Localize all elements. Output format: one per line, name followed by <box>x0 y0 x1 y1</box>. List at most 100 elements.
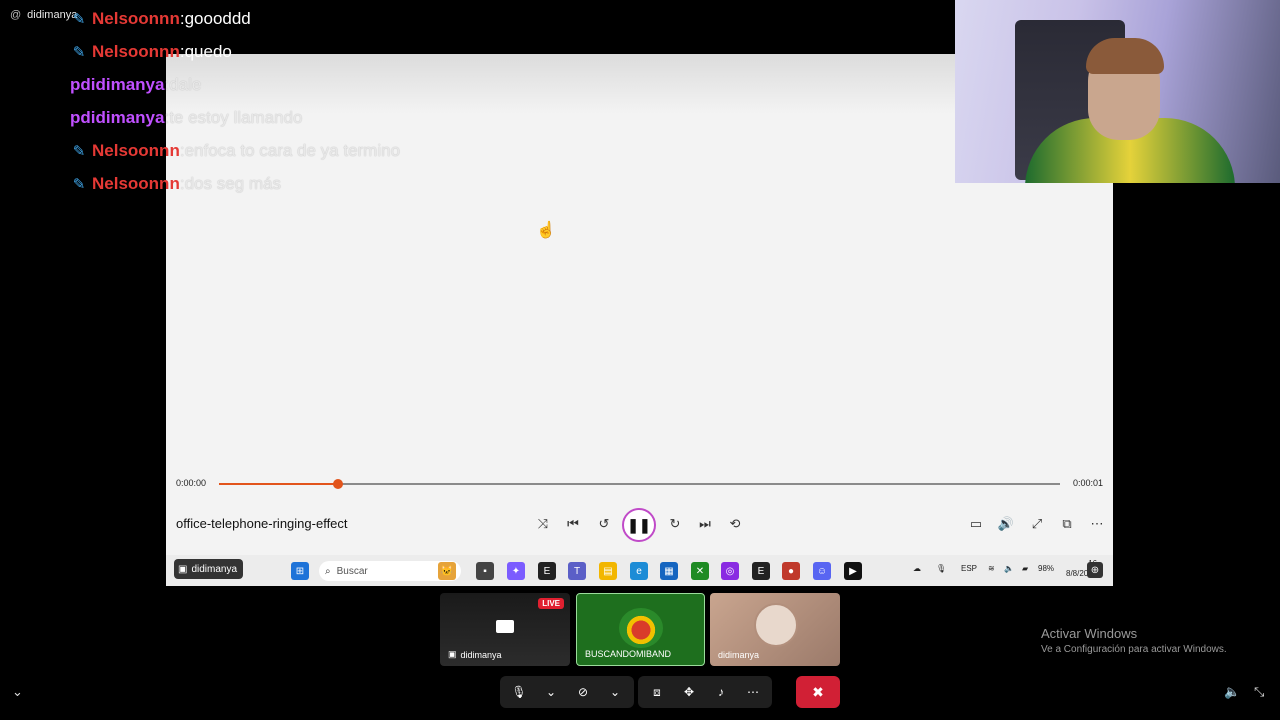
participant-name: didimanya <box>718 650 760 660</box>
participant-tile-user[interactable]: didimanya <box>710 593 840 666</box>
participant-tile-server[interactable]: BUSCANDOMIBAND <box>576 593 705 666</box>
microphone-icon[interactable]: 🎙 <box>506 679 532 705</box>
epic-launcher-icon[interactable]: E <box>752 562 770 580</box>
volume-icon[interactable]: 🔈 <box>1224 684 1240 700</box>
copilot-icon[interactable]: ✦ <box>507 562 525 580</box>
chat-message: ✎ Nelsoonnn: dos seg más <box>70 167 400 200</box>
language-indicator[interactable]: ESP <box>961 564 977 573</box>
windows-start-icon[interactable]: ⊞ <box>291 562 309 580</box>
battery-percent: 98% <box>1038 564 1055 573</box>
rewind-10-icon[interactable]: ↺ <box>592 512 616 536</box>
user-avatar <box>754 603 798 647</box>
cat-widget-icon[interactable]: 🐱 <box>438 562 456 580</box>
current-time: 0:00:00 <box>176 478 207 488</box>
fullscreen-icon[interactable]: ⤢ <box>1025 512 1049 536</box>
volume-icon[interactable]: 🔊 <box>994 512 1018 536</box>
chat-username[interactable]: pdidimanya <box>70 108 164 128</box>
microphone-tray-icon[interactable]: 🎙 <box>936 564 946 573</box>
chat-username[interactable]: Nelsoonnn <box>92 9 180 29</box>
at-icon: @ <box>10 9 22 21</box>
chat-message: ✎ Nelsoonnn: quedo <box>70 35 400 68</box>
battery-icon[interactable]: ▰ <box>1022 564 1028 573</box>
camera-off-icon[interactable]: ⊘ <box>570 679 596 705</box>
previous-icon[interactable]: ⏮ <box>561 512 585 536</box>
shuffle-icon[interactable]: ⤨ <box>531 512 555 536</box>
search-icon: ⌕ <box>325 565 331 577</box>
store-icon[interactable]: ▦ <box>660 562 678 580</box>
chat-text: goooddd <box>184 8 251 28</box>
seek-track[interactable] <box>219 479 1060 489</box>
streamer-label: @ didimanya <box>10 9 77 21</box>
chat-username[interactable]: Nelsoonnn <box>92 141 180 161</box>
monitor-icon: ▣ <box>178 563 188 575</box>
screen-owner-label: ▣ didimanya <box>174 559 244 579</box>
chevron-down-icon[interactable]: ⌄ <box>12 684 23 700</box>
captions-icon[interactable]: ▭ <box>964 512 988 536</box>
call-controls: 🎙 ⌄ ⊘ ⌄ ⧈ ✥ ♪ ⋯ ✖ <box>500 676 840 708</box>
chat-text: dale <box>169 74 202 94</box>
webcam-feed <box>955 0 1280 183</box>
chat-text: te estoy llamando <box>169 107 303 127</box>
chat-overlay: ✎ Nelsoonnn: goooddd ✎ Nelsoonnn: quedo pdid… <box>70 2 400 200</box>
speaker-tray-icon[interactable]: 🔈 <box>1004 564 1014 573</box>
task-view-icon[interactable]: ▪ <box>476 562 494 580</box>
chat-username[interactable]: Nelsoonnn <box>92 174 180 194</box>
hand-cursor-icon: ☝ <box>536 222 556 239</box>
wifi-icon[interactable]: ≋ <box>988 564 995 573</box>
chat-message: pdidimanya: dale <box>70 74 202 95</box>
pencil-badge-icon: ✎ <box>72 43 86 61</box>
server-avatar <box>619 608 663 648</box>
participant-name: didimanya <box>460 649 502 660</box>
more-icon[interactable]: ⋯ <box>740 679 766 705</box>
chat-message: ✎ Nelsoonnn: goooddd <box>70 2 400 35</box>
stream-stage: @ didimanya ☝ 0:00:00 0:00:01 office-tel… <box>0 0 1280 720</box>
chat-text: quedo <box>184 41 232 61</box>
edge-icon[interactable]: e <box>630 562 648 580</box>
file-explorer-icon[interactable]: ▤ <box>599 562 617 580</box>
live-badge: LIVE <box>538 598 564 609</box>
chat-message: ✎ Nelsoonnn: enfoca to cara de ya termino <box>70 134 400 167</box>
forward-30-icon[interactable]: ↻ <box>663 512 687 536</box>
chat-message: pdidimanya: te estoy llamando <box>70 107 303 128</box>
miniplayer-icon[interactable]: ⧉ <box>1055 512 1079 536</box>
chat-username[interactable]: Nelsoonnn <box>92 42 180 62</box>
monitor-icon: ▣ <box>448 649 457 659</box>
soundboard-icon[interactable]: ♪ <box>708 679 734 705</box>
track-title: office-telephone-ringing-effect <box>176 516 348 531</box>
pencil-badge-icon: ✎ <box>72 175 86 193</box>
stop-stream-button[interactable]: ✖ <box>796 676 840 708</box>
screen-share-icon <box>496 620 514 633</box>
player-controls: office-telephone-ringing-effect ⤨ ⏮ ↺ ❚❚… <box>166 508 1113 542</box>
seek-progress-fill <box>219 483 338 485</box>
total-time: 0:00:01 <box>1072 478 1103 488</box>
zoom-icon[interactable]: ⊕ <box>1087 562 1103 578</box>
epic-games-icon[interactable]: E <box>538 562 556 580</box>
chat-username[interactable]: pdidimanya <box>70 75 164 95</box>
pause-button[interactable]: ❚❚ <box>622 508 656 542</box>
participant-name: BUSCANDOMIBAND <box>585 649 672 659</box>
teams-icon[interactable]: T <box>568 562 586 580</box>
more-options-icon[interactable]: ⋯ <box>1085 512 1109 536</box>
pencil-badge-icon: ✎ <box>72 10 86 28</box>
repeat-off-icon[interactable]: ⟲ <box>723 512 747 536</box>
participant-tile-screen[interactable]: LIVE ▣ didimanya <box>440 593 570 666</box>
purple-app-icon[interactable]: ◎ <box>721 562 739 580</box>
windows-activation-watermark: Activar Windows Ve a Configuración para … <box>1041 626 1227 655</box>
cloud-icon[interactable]: ☁ <box>913 564 921 573</box>
windows-taskbar: ▣ didimanya ⊞ ⌕ Buscar 🐱 ▪ ✦ E T ▤ e ▦ ✕… <box>166 555 1113 586</box>
chevron-down-icon[interactable]: ⌄ <box>602 679 628 705</box>
xbox-icon[interactable]: ✕ <box>691 562 709 580</box>
pencil-badge-icon: ✎ <box>72 142 86 160</box>
seek-thumb[interactable] <box>332 479 343 489</box>
seek-bar[interactable]: 0:00:00 0:00:01 <box>166 474 1113 494</box>
chat-text: dos seg más <box>184 173 281 193</box>
screen-share-button[interactable]: ⧈ <box>644 679 670 705</box>
discord-icon[interactable]: ☺ <box>813 562 831 580</box>
chevron-down-icon[interactable]: ⌄ <box>538 679 564 705</box>
red-app-icon[interactable]: ● <box>782 562 800 580</box>
activities-icon[interactable]: ✥ <box>676 679 702 705</box>
exit-fullscreen-icon[interactable]: ⤡ <box>1254 684 1264 700</box>
chat-text: enfoca to cara de ya termino <box>184 140 401 160</box>
next-icon[interactable]: ⏭ <box>693 512 717 536</box>
media-player-taskbar-icon[interactable]: ▶ <box>844 562 862 580</box>
